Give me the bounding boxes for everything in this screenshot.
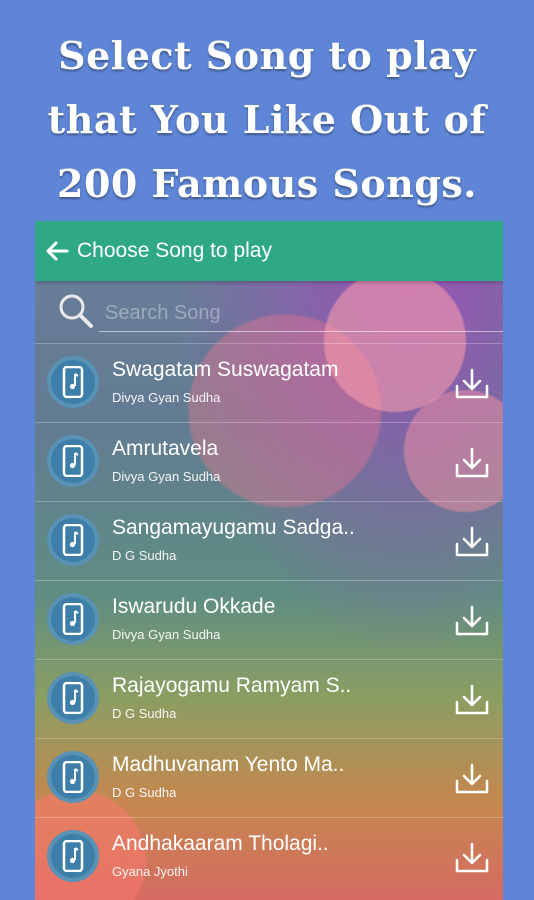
song-title: Rajayogamu Ramyam S.. bbox=[112, 674, 352, 697]
search-icon[interactable] bbox=[57, 292, 95, 330]
song-artist: Gyana Jyothi bbox=[112, 864, 188, 879]
phone-music-icon bbox=[47, 435, 99, 487]
promo-line-3: 200 Famous Songs. bbox=[57, 161, 477, 206]
song-title: Andhakaaram Tholagi.. bbox=[112, 832, 329, 855]
list-item[interactable]: Rajayogamu Ramyam S.. D G Sudha bbox=[35, 659, 503, 738]
list-item[interactable]: Andhakaaram Tholagi.. Gyana Jyothi bbox=[35, 817, 503, 896]
list-item[interactable]: Amrutavela Divya Gyan Sudha bbox=[35, 422, 503, 501]
download-icon[interactable] bbox=[453, 445, 491, 481]
song-artist: Divya Gyan Sudha bbox=[112, 469, 221, 484]
phone-music-icon bbox=[47, 672, 99, 724]
download-icon[interactable] bbox=[453, 840, 491, 876]
promo-headline: Select Song to play that You Like Out of… bbox=[0, 24, 534, 216]
phone-music-icon bbox=[47, 514, 99, 566]
page-title: Choose Song to play bbox=[77, 239, 272, 262]
phone-music-icon bbox=[47, 751, 99, 803]
download-icon[interactable] bbox=[453, 682, 491, 718]
download-icon[interactable] bbox=[453, 366, 491, 402]
promo-line-1: Select Song to play bbox=[58, 33, 476, 78]
song-title: Amrutavela bbox=[112, 437, 219, 460]
download-icon[interactable] bbox=[453, 761, 491, 797]
app-screen: Choose Song to play Swagatam Suswagatam … bbox=[35, 221, 503, 900]
list-item[interactable]: Iswarudu Okkade Divya Gyan Sudha bbox=[35, 580, 503, 659]
song-artist: D G Sudha bbox=[112, 548, 177, 563]
song-artist: Divya Gyan Sudha bbox=[112, 390, 221, 405]
song-title: Madhuvanam Yento Ma.. bbox=[112, 753, 345, 776]
list-item[interactable]: Sangamayugamu Sadga.. D G Sudha bbox=[35, 501, 503, 580]
phone-music-icon bbox=[47, 593, 99, 645]
list-item[interactable]: Swagatam Suswagatam Divya Gyan Sudha bbox=[35, 343, 503, 422]
song-artist: D G Sudha bbox=[112, 785, 177, 800]
song-list: Swagatam Suswagatam Divya Gyan Sudha Amr… bbox=[35, 343, 503, 896]
list-item[interactable]: Madhuvanam Yento Ma.. D G Sudha bbox=[35, 738, 503, 817]
song-title: Iswarudu Okkade bbox=[112, 595, 276, 618]
promo-line-2: that You Like Out of bbox=[47, 97, 487, 142]
song-artist: D G Sudha bbox=[112, 706, 177, 721]
app-bar: Choose Song to play bbox=[35, 221, 503, 281]
arrow-left-icon[interactable] bbox=[43, 237, 71, 265]
download-icon[interactable] bbox=[453, 524, 491, 560]
download-icon[interactable] bbox=[453, 603, 491, 639]
song-artist: Divya Gyan Sudha bbox=[112, 627, 221, 642]
phone-music-icon bbox=[47, 830, 99, 882]
search-bar bbox=[35, 281, 503, 343]
song-title: Swagatam Suswagatam bbox=[112, 358, 339, 381]
search-input[interactable] bbox=[99, 295, 503, 332]
song-title: Sangamayugamu Sadga.. bbox=[112, 516, 355, 539]
phone-music-icon bbox=[47, 356, 99, 408]
